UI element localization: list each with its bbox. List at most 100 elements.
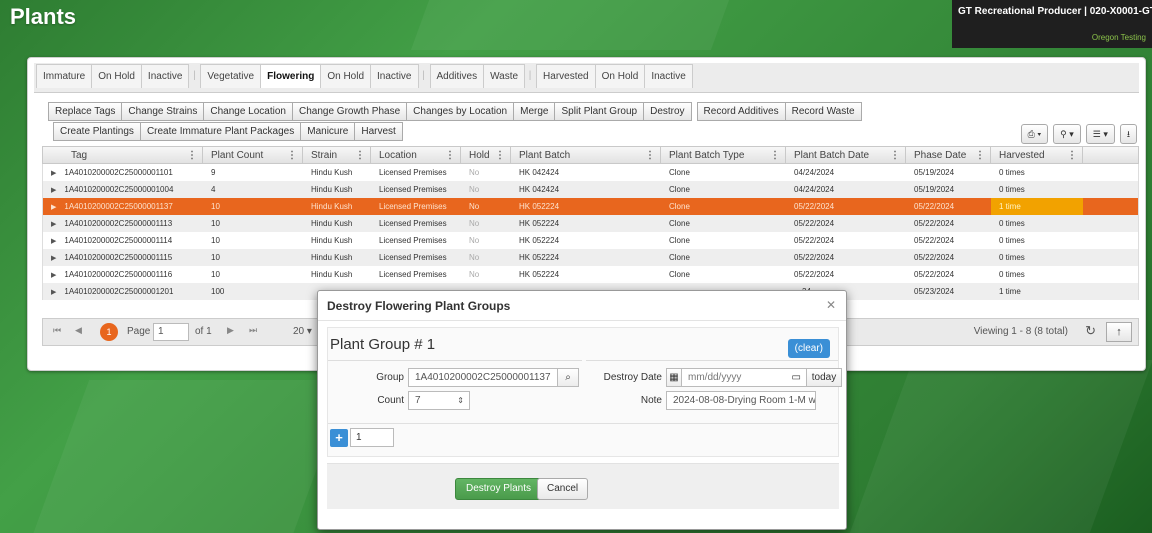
tab-on-hold[interactable]: On Hold <box>594 64 646 88</box>
column-menu-icon[interactable]: ⋮ <box>187 147 197 164</box>
column-menu-icon[interactable]: ⋮ <box>495 147 505 164</box>
column-header-plant-batch-type[interactable]: Plant Batch Type ⋮ <box>661 147 786 164</box>
table-cell-strain: Hindu Kush <box>311 236 353 245</box>
table-cell-strain: Hindu Kush <box>311 253 353 262</box>
table-row[interactable]: ▶ 1A4010200002C25000001114 10 Hindu Kush Lic… <box>42 232 1139 249</box>
column-menu-icon[interactable]: ⋮ <box>445 147 455 164</box>
expand-row-icon[interactable]: ▶ <box>51 204 56 211</box>
column-header-plant-count[interactable]: Plant Count ⋮ <box>203 147 303 164</box>
table-row[interactable]: ▶ 1A4010200002C25000001137 10 Hindu Kush Lic… <box>42 198 1139 215</box>
tab-on-hold[interactable]: On Hold <box>320 64 372 88</box>
clear-button[interactable]: (clear) <box>787 339 830 358</box>
tab-waste[interactable]: Waste <box>483 64 526 88</box>
change-growth-phase-button[interactable]: Change Growth Phase <box>291 102 408 121</box>
expand-row-icon[interactable]: ▶ <box>51 238 56 245</box>
column-header-strain[interactable]: Strain ⋮ <box>303 147 371 164</box>
record-waste-button[interactable]: Record Waste <box>784 102 862 121</box>
page-input[interactable]: 1 <box>153 323 189 341</box>
column-menu-icon[interactable]: ⋮ <box>890 147 900 164</box>
column-header-hold[interactable]: Hold ⋮ <box>461 147 511 164</box>
tab-inactive[interactable]: Inactive <box>644 64 693 88</box>
print-menu-icon[interactable]: ⎙ ▾ <box>1020 124 1049 144</box>
tab-additives[interactable]: Additives <box>429 64 485 88</box>
prev-page-icon[interactable]: ◀ <box>75 325 82 336</box>
column-menu-icon[interactable]: ⋮ <box>287 147 297 164</box>
column-menu-icon[interactable]: ⋮ <box>770 147 780 164</box>
add-group-count-input[interactable]: 1 <box>350 428 394 447</box>
next-page-icon[interactable]: ▶ <box>227 325 234 336</box>
column-header-phase-date[interactable]: Phase Date ⋮ <box>906 147 991 164</box>
count-input[interactable]: 7 ⇕ <box>408 391 470 410</box>
table-cell-strain: Hindu Kush <box>311 202 353 211</box>
replace-tags-button[interactable]: Replace Tags <box>48 102 123 121</box>
destroy-date-input[interactable]: mm/dd/yyyy ▭ <box>681 368 807 387</box>
filter-menu-icon[interactable]: ⚲ ▾ <box>1053 124 1081 144</box>
column-header-plant-batch[interactable]: Plant Batch ⋮ <box>511 147 661 164</box>
merge-button[interactable]: Merge <box>513 102 556 121</box>
table-cell-hold: No <box>469 219 480 228</box>
download-icon[interactable]: ⭳ <box>1119 124 1137 144</box>
create-immature-plant-packages-button[interactable]: Create Immature Plant Packages <box>139 122 302 141</box>
table-row[interactable]: ▶ 1A4010200002C25000001004 4 Hindu Kush Lice… <box>42 181 1139 198</box>
destroy-plants-button[interactable]: Destroy Plants <box>455 478 543 500</box>
tab-flowering[interactable]: Flowering <box>260 64 322 88</box>
record-additives-button[interactable]: Record Additives <box>696 102 786 121</box>
today-button[interactable]: today <box>806 368 842 387</box>
create-plantings-button[interactable]: Create Plantings <box>53 122 141 141</box>
refresh-icon[interactable]: ↻ <box>1085 323 1096 339</box>
table-cell-plant-batch-date: 04/24/2024 <box>794 168 835 177</box>
table-row[interactable]: ▶ 1A4010200002C25000001115 10 Hindu Kush Lic… <box>42 249 1139 266</box>
destroy-button[interactable]: Destroy <box>643 102 692 121</box>
calendar-icon[interactable]: ▦ <box>666 368 682 387</box>
tab-vegetative[interactable]: Vegetative <box>200 64 262 88</box>
change-strains-button[interactable]: Change Strains <box>121 102 205 121</box>
date-picker-icon[interactable]: ▭ <box>792 369 801 386</box>
scroll-top-icon[interactable]: ↑ <box>1106 322 1132 342</box>
change-location-button[interactable]: Change Location <box>203 102 293 121</box>
tab-inactive[interactable]: Inactive <box>370 64 419 88</box>
note-input[interactable]: 2024-08-08-Drying Room 1-M wa <box>666 391 816 410</box>
changes-by-location-button[interactable]: Changes by Location <box>406 102 515 121</box>
column-header-location[interactable]: Location ⋮ <box>371 147 461 164</box>
first-page-icon[interactable]: ⏮ <box>53 325 61 336</box>
table-cell-tag: ▶ 1A4010200002C25000001004 <box>43 181 203 198</box>
add-group-button[interactable]: + <box>330 429 348 447</box>
column-menu-icon[interactable]: ⋮ <box>1067 147 1077 164</box>
last-page-icon[interactable]: ⏭ <box>249 325 257 336</box>
expand-row-icon[interactable]: ▶ <box>51 187 56 194</box>
table-cell-harvested: 1 time <box>991 198 1083 215</box>
column-header-plant-batch-date[interactable]: Plant Batch Date ⋮ <box>786 147 906 164</box>
table-row[interactable]: ▶ 1A4010200002C25000001116 10 Hindu Kush Lic… <box>42 266 1139 283</box>
expand-row-icon[interactable]: ▶ <box>51 272 56 279</box>
facility-selector[interactable]: GT Recreational Producer | 020-X0001-GT … <box>952 0 1152 48</box>
facility-name[interactable]: GT Recreational Producer | 020-X0001-GT … <box>952 0 1152 17</box>
stepper-icon[interactable]: ⇕ <box>457 392 464 409</box>
search-icon[interactable]: ⌕ <box>557 368 579 387</box>
columns-menu-icon[interactable]: ☰ ▾ <box>1085 124 1115 144</box>
expand-row-icon[interactable]: ▶ <box>51 221 56 228</box>
tag-value: 1A4010200002C25000001201 <box>64 287 174 296</box>
tab-immature[interactable]: Immature <box>36 64 93 88</box>
per-page-select[interactable]: 20 ▾ <box>293 326 312 337</box>
expand-row-icon[interactable]: ▶ <box>51 289 56 296</box>
table-row[interactable]: ▶ 1A4010200002C25000001113 10 Hindu Kush Lic… <box>42 215 1139 232</box>
column-menu-icon[interactable]: ⋮ <box>975 147 985 164</box>
harvest-button[interactable]: Harvest <box>354 122 403 141</box>
tab-harvested[interactable]: Harvested <box>536 64 596 88</box>
column-header-tag[interactable]: Tag ⋮ <box>43 147 203 164</box>
cancel-button[interactable]: Cancel <box>537 478 589 500</box>
tab-on-hold[interactable]: On Hold <box>91 64 142 88</box>
close-icon[interactable]: ✕ <box>826 298 836 312</box>
column-menu-icon[interactable]: ⋮ <box>355 147 365 164</box>
column-header-harvested[interactable]: Harvested ⋮ <box>991 147 1083 164</box>
table-cell-tag: ▶ 1A4010200002C25000001116 <box>43 266 203 283</box>
table-cell-plant-count: 100 <box>211 287 225 296</box>
group-input[interactable]: 1A4010200002C25000001137 <box>408 368 558 387</box>
table-row[interactable]: ▶ 1A4010200002C25000001101 9 Hindu Kush Lice… <box>42 164 1139 181</box>
manicure-button[interactable]: Manicure <box>300 122 356 141</box>
split-plant-group-button[interactable]: Split Plant Group <box>554 102 645 121</box>
expand-row-icon[interactable]: ▶ <box>51 255 56 262</box>
expand-row-icon[interactable]: ▶ <box>51 170 56 177</box>
tab-inactive[interactable]: Inactive <box>140 64 190 88</box>
column-menu-icon[interactable]: ⋮ <box>645 147 655 164</box>
